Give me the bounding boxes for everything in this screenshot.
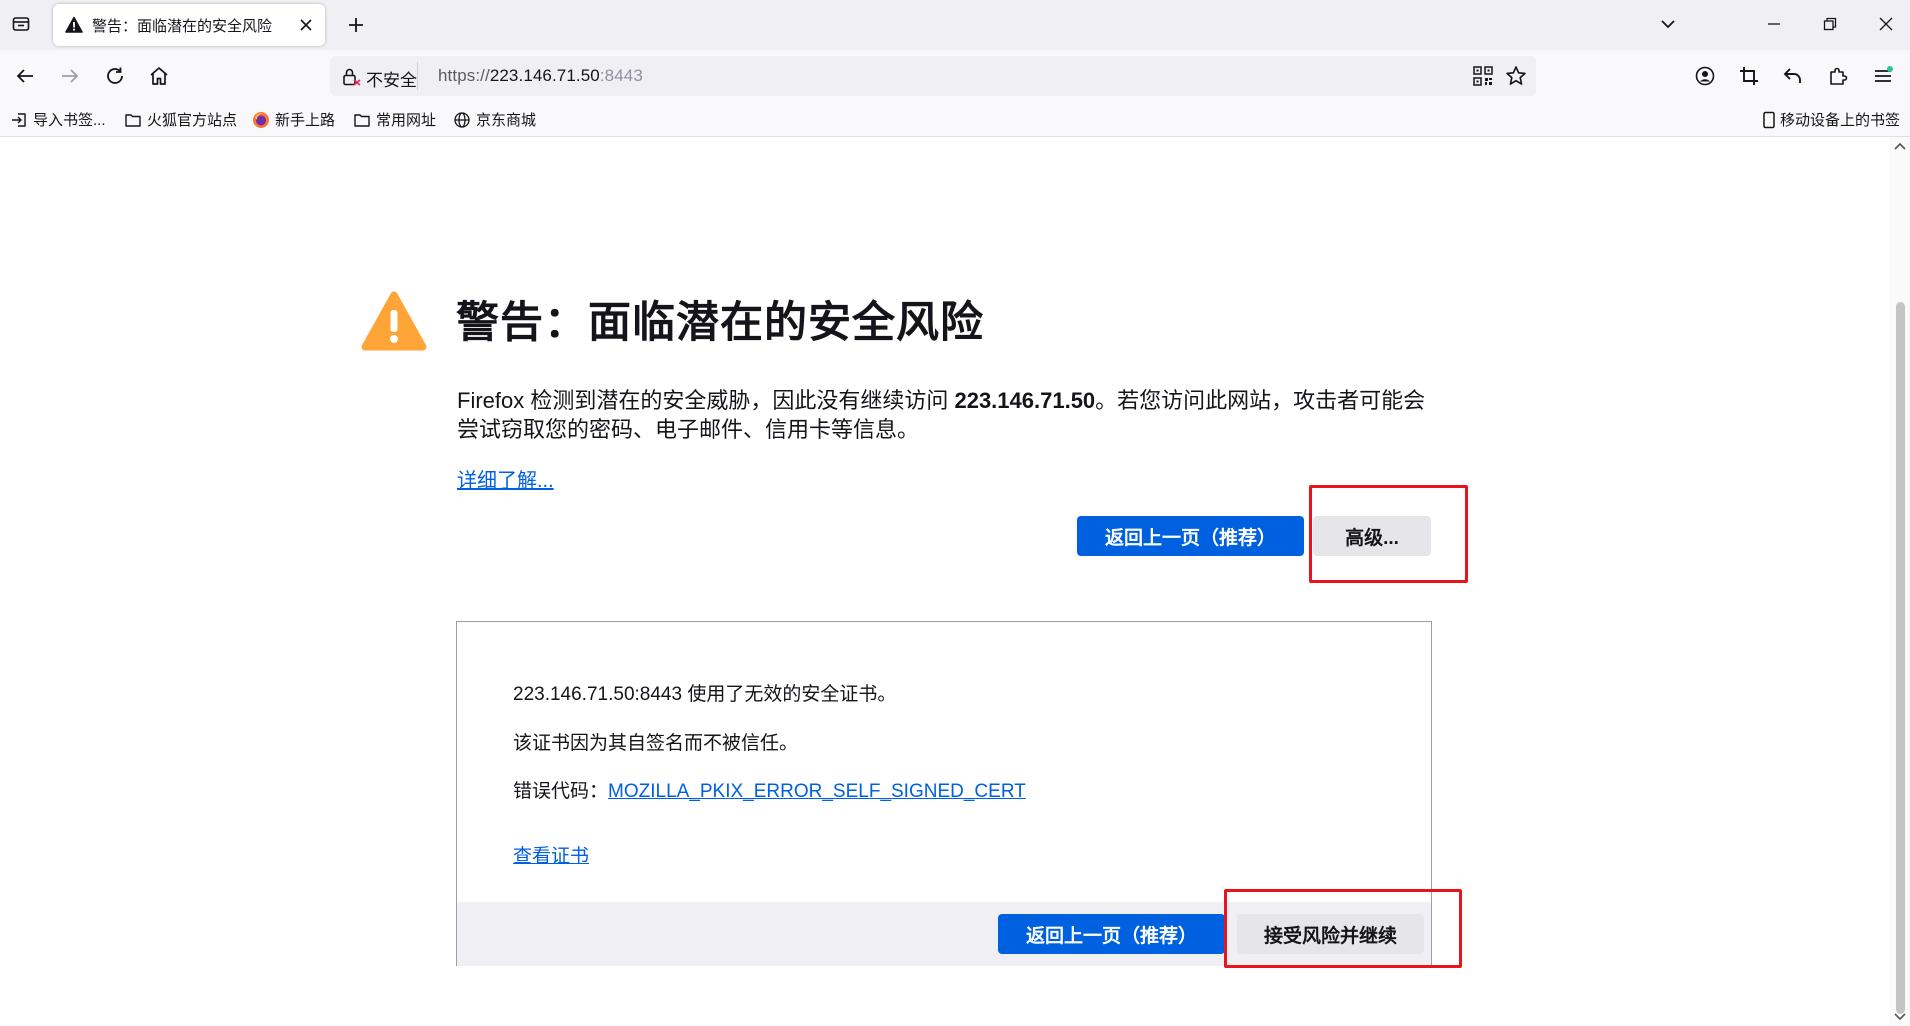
qr-code-icon[interactable] [1472,65,1494,87]
highlight-annotation [1309,485,1468,583]
firefox-icon [253,111,269,128]
home-icon [150,67,168,85]
page-scrollbar[interactable] [1890,137,1910,1026]
chevron-down-icon [1661,20,1675,29]
hamburger-menu-icon [1875,66,1893,82]
invalid-cert-text: 223.146.71.50:8443 使用了无效的安全证书。 [513,684,897,705]
undo-button[interactable] [1780,63,1806,89]
home-button[interactable] [146,63,172,89]
tab-active[interactable]: 警告：面临潜在的安全风险 [53,4,325,46]
bookmark-import[interactable]: 导入书签... [10,109,106,130]
restore-icon [1823,17,1837,31]
scroll-up-arrow-icon[interactable] [1893,141,1907,151]
scrollbar-thumb[interactable] [1896,302,1905,1014]
restore-button[interactable] [1818,12,1842,36]
reload-icon [107,67,123,84]
url-bar[interactable]: 不安全 https://223.146.71.50:8443 [330,56,1536,96]
forward-button[interactable] [57,63,83,89]
bookmark-label: 新手上路 [275,112,336,129]
minimize-button[interactable] [1762,12,1786,36]
new-tab-icon[interactable] [344,13,368,37]
go-back-button[interactable]: 返回上一页（推荐） [1077,516,1304,556]
mobile-bookmarks[interactable]: 移动设备上的书签 [1760,109,1900,130]
description-host: 223.146.71.50 [954,388,1096,413]
tab-strip: 警告：面临潜在的安全风险 [0,0,1910,50]
url-separator [417,62,418,90]
warning-icon [65,16,83,33]
url-port: :8443 [599,66,643,85]
account-button[interactable] [1692,63,1718,89]
mobile-device-icon [1763,111,1775,128]
bookmark-getting-started[interactable]: 新手上路 [252,109,335,130]
forward-arrow-icon [62,69,79,83]
bookmark-label: 导入书签... [33,112,106,129]
insecure-label[interactable]: 不安全 [366,66,417,91]
warning-triangle-icon [361,291,427,351]
bookmarks-toolbar: 导入书签... 火狐官方站点 新手上路 常用网址 京东商城 移动设备上的书签 [0,102,1910,137]
bookmark-label: 移动设备上的书签 [1780,112,1901,129]
extensions-button[interactable] [1825,63,1851,89]
error-code-line: 错误代码：MOZILLA_PKIX_ERROR_SELF_SIGNED_CERT [513,776,1026,803]
reload-button[interactable] [102,63,128,89]
error-code-link[interactable]: MOZILLA_PKIX_ERROR_SELF_SIGNED_CERT [608,781,1026,802]
undo-arrow-icon [1783,68,1801,83]
scroll-down-arrow-icon[interactable] [1893,1012,1907,1022]
globe-icon [454,111,470,128]
app-menu-button[interactable] [1870,63,1896,89]
highlight-annotation [1224,889,1462,968]
close-icon[interactable] [297,16,315,34]
self-signed-text: 该证书因为其自签名而不被信任。 [513,733,799,754]
puzzle-icon [1830,67,1848,85]
import-icon [12,112,26,127]
url-host: 223.146.71.50 [489,66,600,85]
close-window-button[interactable] [1874,12,1898,36]
bookmark-label: 常用网址 [376,112,437,129]
back-arrow-icon [16,69,33,83]
tab-list-icon [12,17,30,31]
folder-icon [354,113,370,127]
crop-icon [1740,67,1758,85]
url-scheme: https:// [438,66,490,85]
navigation-toolbar: 不安全 https://223.146.71.50:8443 [0,50,1910,102]
tab-title: 警告：面临潜在的安全风险 [92,17,273,35]
back-button[interactable] [12,63,38,89]
bookmark-star-icon[interactable] [1504,64,1528,88]
go-back-button[interactable]: 返回上一页（推荐） [998,914,1225,954]
screenshot-button[interactable] [1736,63,1762,89]
insecure-lock-icon[interactable] [340,66,362,88]
list-all-tabs-button[interactable] [8,11,34,37]
description-text: Firefox 检测到潜在的安全威胁，因此没有继续访问 [457,388,955,413]
tab-overflow-button[interactable] [1656,12,1680,36]
bookmark-label: 火狐官方站点 [147,112,238,129]
bookmark-folder-common[interactable]: 常用网址 [353,109,436,130]
account-icon [1695,66,1715,86]
error-code-label: 错误代码： [513,781,609,802]
bookmark-folder-firefox-sites[interactable]: 火狐官方站点 [124,109,237,130]
warning-description: Firefox 检测到潜在的安全威胁，因此没有继续访问 223.146.71.5… [457,386,1437,444]
view-certificate-line: 查看证书 [513,841,589,868]
learn-more-link[interactable]: 详细了解... [457,464,554,493]
minimize-icon [1768,23,1780,25]
url-text[interactable]: https://223.146.71.50:8443 [438,66,643,86]
close-icon [1879,17,1893,31]
bookmark-label: 京东商城 [476,112,537,129]
bookmark-jd[interactable]: 京东商城 [453,109,536,130]
view-certificate-link[interactable]: 查看证书 [513,846,589,867]
folder-icon [125,113,141,127]
page-title: 警告：面临潜在的安全风险 [456,299,984,347]
